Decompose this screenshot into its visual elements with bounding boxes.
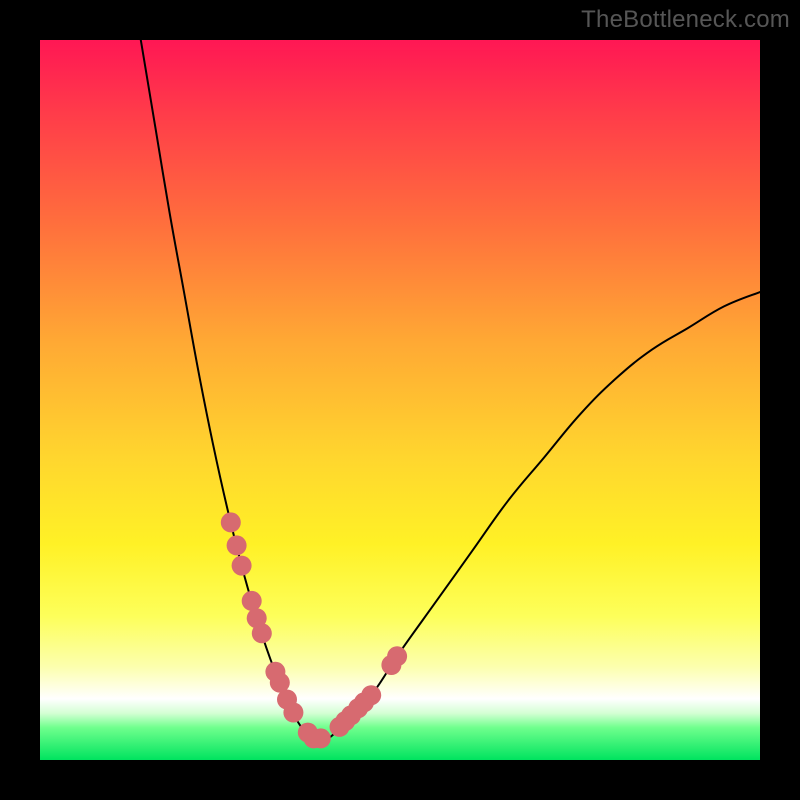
bead-marker xyxy=(227,535,247,555)
bead-group xyxy=(221,512,407,748)
watermark-text: TheBottleneck.com xyxy=(581,6,790,34)
bead-marker xyxy=(387,646,407,666)
chart-frame: TheBottleneck.com xyxy=(0,0,800,800)
bead-marker xyxy=(311,728,331,748)
bead-marker xyxy=(232,556,252,576)
bead-marker xyxy=(283,703,303,723)
bead-marker xyxy=(242,591,262,611)
plot-area xyxy=(40,40,760,760)
curve-svg xyxy=(40,40,760,760)
bead-marker xyxy=(221,512,241,532)
bead-marker xyxy=(252,623,272,643)
bead-marker xyxy=(361,685,381,705)
bottleneck-curve xyxy=(141,40,760,741)
